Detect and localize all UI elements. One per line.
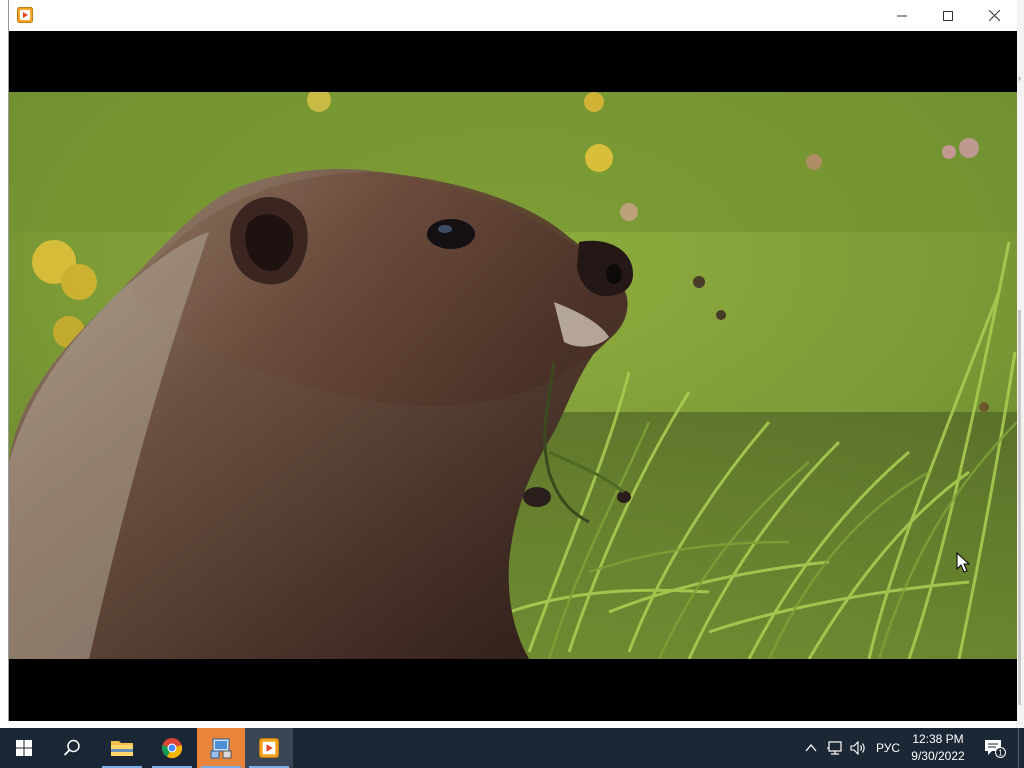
taskbar: РУС 12:38 PM 9/30/2022 1 (0, 728, 1024, 768)
clock-time: 12:38 PM (912, 732, 964, 746)
maximize-button[interactable] (925, 0, 971, 31)
media-player-window (8, 0, 1017, 721)
search-button[interactable] (48, 728, 96, 768)
scroll-arrow-icon: › (1018, 73, 1021, 83)
action-center-button[interactable]: 1 (978, 728, 1012, 768)
file-explorer-button[interactable] (98, 728, 146, 768)
clock-date: 9/30/2022 (911, 749, 965, 763)
control-panel-button[interactable] (197, 728, 245, 768)
input-language-button[interactable]: РУС (870, 728, 906, 768)
notification-count: 1 (998, 749, 1003, 758)
control-panel-icon (210, 738, 232, 759)
chrome-button[interactable] (148, 728, 196, 768)
network-button[interactable] (822, 728, 848, 768)
background-window-edge: › (1016, 0, 1024, 728)
media-player-app-icon (17, 7, 33, 23)
video-viewport[interactable] (9, 31, 1017, 721)
language-indicator: РУС (875, 741, 901, 755)
media-player-icon (259, 738, 279, 758)
clock[interactable]: 12:38 PM 9/30/2022 (902, 731, 974, 765)
folder-icon (111, 741, 133, 756)
close-icon (988, 10, 1000, 21)
marmot-video-frame (9, 92, 1017, 659)
minimize-button[interactable] (879, 0, 925, 31)
title-bar[interactable] (9, 0, 1017, 31)
speaker-icon (850, 740, 865, 756)
notification-icon: 1 (985, 740, 1006, 758)
start-button[interactable] (0, 728, 48, 768)
volume-button[interactable] (848, 728, 870, 768)
chevron-up-icon (805, 744, 817, 752)
show-hidden-icons-button[interactable] (800, 728, 822, 768)
background-scrollbar[interactable] (1018, 310, 1021, 705)
windows-logo-icon (16, 740, 32, 756)
video-frame[interactable] (9, 92, 1017, 659)
chrome-icon (161, 738, 183, 759)
network-icon (827, 741, 842, 755)
media-player-button[interactable] (245, 728, 293, 768)
search-icon (63, 739, 80, 756)
minimize-icon (897, 15, 907, 16)
show-desktop-button[interactable] (1018, 728, 1024, 768)
close-button[interactable] (971, 0, 1017, 31)
maximize-icon (943, 10, 953, 21)
mouse-cursor-icon (956, 552, 970, 573)
